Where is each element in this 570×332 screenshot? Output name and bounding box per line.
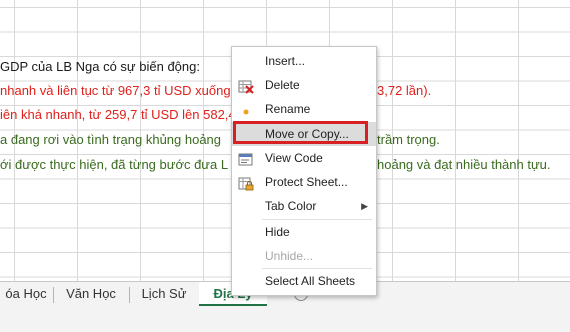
menu-item-delete[interactable]: Delete [232,73,376,97]
sheet-tab-van-hoc[interactable]: Văn Học [54,282,128,306]
cell-text-row-4-tail[interactable]: trầm trọng. [377,132,440,148]
menu-item-label: Delete [265,78,300,92]
insert-icon [238,54,254,68]
cell-text-row-1[interactable]: GDP của LB Nga có sự biến động: [0,59,200,75]
menu-item-label: Unhide... [265,249,314,263]
view-code-icon [238,151,254,166]
menu-item-label: Hide [265,225,290,239]
menu-item-view-code[interactable]: View Code [232,146,376,170]
submenu-arrow-icon: ▶ [361,201,368,211]
menu-item-rename[interactable]: Rename [232,97,376,121]
sheet-context-menu: Insert... Delete Rename Move or Copy... [231,46,377,296]
menu-item-unhide[interactable]: Unhide... [232,244,376,268]
delete-sheet-icon [238,78,254,94]
menu-item-label: Tab Color [265,199,317,213]
cell-text-row-4[interactable]: a đang rơi vào tình trạng khủng hoảng [0,132,221,148]
protect-sheet-icon [238,175,254,191]
cell-text-row-5-tail[interactable]: hoảng và đạt nhiều thành tựu. [377,157,551,173]
rename-icon [238,102,254,116]
menu-item-protect-sheet[interactable]: Protect Sheet... [232,170,376,194]
menu-item-label: Protect Sheet... [265,175,348,189]
cell-text-row-3[interactable]: iên khá nhanh, từ 259,7 tỉ USD lên 582,4 [0,107,236,123]
menu-item-label: Rename [265,102,311,116]
sheet-tab-hoa-hoc[interactable]: óa Học [0,282,52,306]
menu-item-insert[interactable]: Insert... [232,49,376,73]
menu-item-tab-color[interactable]: Tab Color ▶ [232,194,376,218]
menu-item-label: View Code [265,151,323,165]
menu-item-label: Insert... [265,54,306,68]
sheet-tab-lich-su[interactable]: Lịch Sử [130,282,198,306]
menu-item-hide[interactable]: Hide [232,220,376,244]
cell-text-row-2[interactable]: nhanh và liên tục từ 967,3 tỉ USD xuống [0,83,231,99]
menu-item-label: Select All Sheets [265,274,356,288]
cell-text-row-2-tail[interactable]: 3,72 lần). [377,83,431,99]
highlight-annotation-box [233,121,368,144]
menu-item-select-all-sheets[interactable]: Select All Sheets [232,269,376,293]
cell-text-row-5[interactable]: ới được thực hiện, đã từng bước đưa L [0,157,228,173]
